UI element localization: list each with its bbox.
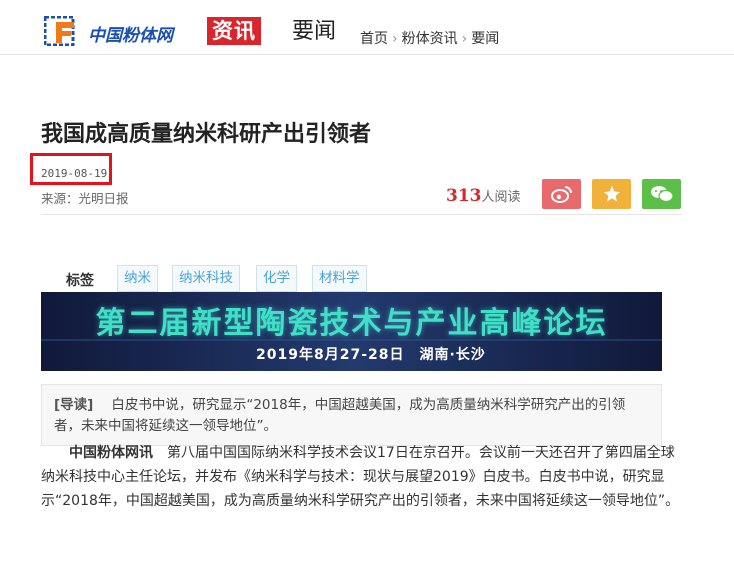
article-title: 我国成高质量纳米科研产出引领者 <box>41 121 372 147</box>
banner-title: 第二届新型陶瓷技术与产业高峰论坛 <box>95 306 608 341</box>
article-source: 来源：光明日报 <box>41 191 129 206</box>
favorite-button[interactable] <box>592 179 631 209</box>
weibo-icon <box>550 186 572 203</box>
article-date: 2019-08-19 <box>41 167 108 180</box>
share-weibo-button[interactable] <box>542 179 581 209</box>
breadcrumb-separator: › <box>392 31 398 47</box>
lead-text: 白皮书中说，研究显示“2018年，中国超越美国，成为高质量纳米科学研究产出的引领… <box>54 397 626 434</box>
header-divider <box>41 214 682 215</box>
body-source: 中国粉体网讯 <box>69 445 153 461</box>
tag-materials[interactable]: 材料学 <box>312 265 367 292</box>
body-paragraph: 中国粉体网讯 第八届中国国际纳米科学技术会议17日在京召开。会议前一天还召开了第四… <box>41 441 682 513</box>
lead-label: [导读] <box>54 397 94 413</box>
breadcrumb-headlines[interactable]: 要闻 <box>471 31 499 47</box>
breadcrumb-powder-news[interactable]: 粉体资讯 <box>402 31 458 47</box>
tags-label: 标签 <box>66 273 94 289</box>
logo-mark-icon <box>44 16 75 46</box>
lead-summary: [导读] 白皮书中说，研究显示“2018年，中国超越美国，成为高质量纳米科学研究产… <box>41 384 662 446</box>
section-title: 要闻 <box>292 19 337 44</box>
wechat-icon <box>650 186 674 203</box>
breadcrumb-separator: › <box>461 31 468 47</box>
breadcrumb-home[interactable]: 首页 <box>360 31 388 47</box>
tag-nano[interactable]: 纳米 <box>117 265 158 292</box>
breadcrumb: 首页 › 粉体资讯 › 要闻 <box>360 28 499 48</box>
news-badge[interactable]: 资讯 <box>207 17 261 45</box>
tag-chemistry[interactable]: 化学 <box>256 265 297 292</box>
site-logo[interactable]: 中国粉体网 <box>44 14 192 48</box>
article-body: 中国粉体网讯 第八届中国国际纳米科学技术会议17日在京召开。会议前一天还召开了第四… <box>41 441 682 513</box>
read-count: 313人阅读 <box>446 186 521 206</box>
share-wechat-button[interactable] <box>642 179 681 209</box>
read-count-label: 人阅读 <box>481 190 521 205</box>
banner-subtitle: 2019年8月27-28日 湖南·长沙 <box>256 347 486 363</box>
star-icon <box>603 186 620 202</box>
forum-banner-ad[interactable]: 第二届新型陶瓷技术与产业高峰论坛 2019年8月27-28日 湖南·长沙 <box>41 292 662 371</box>
tag-nanotech[interactable]: 纳米科技 <box>172 265 240 292</box>
read-count-number: 313 <box>446 186 482 206</box>
site-header: 中国粉体网 资讯 要闻 首页 › 粉体资讯 › 要闻 <box>0 0 734 55</box>
logo-text: 中国粉体网 <box>88 26 173 46</box>
